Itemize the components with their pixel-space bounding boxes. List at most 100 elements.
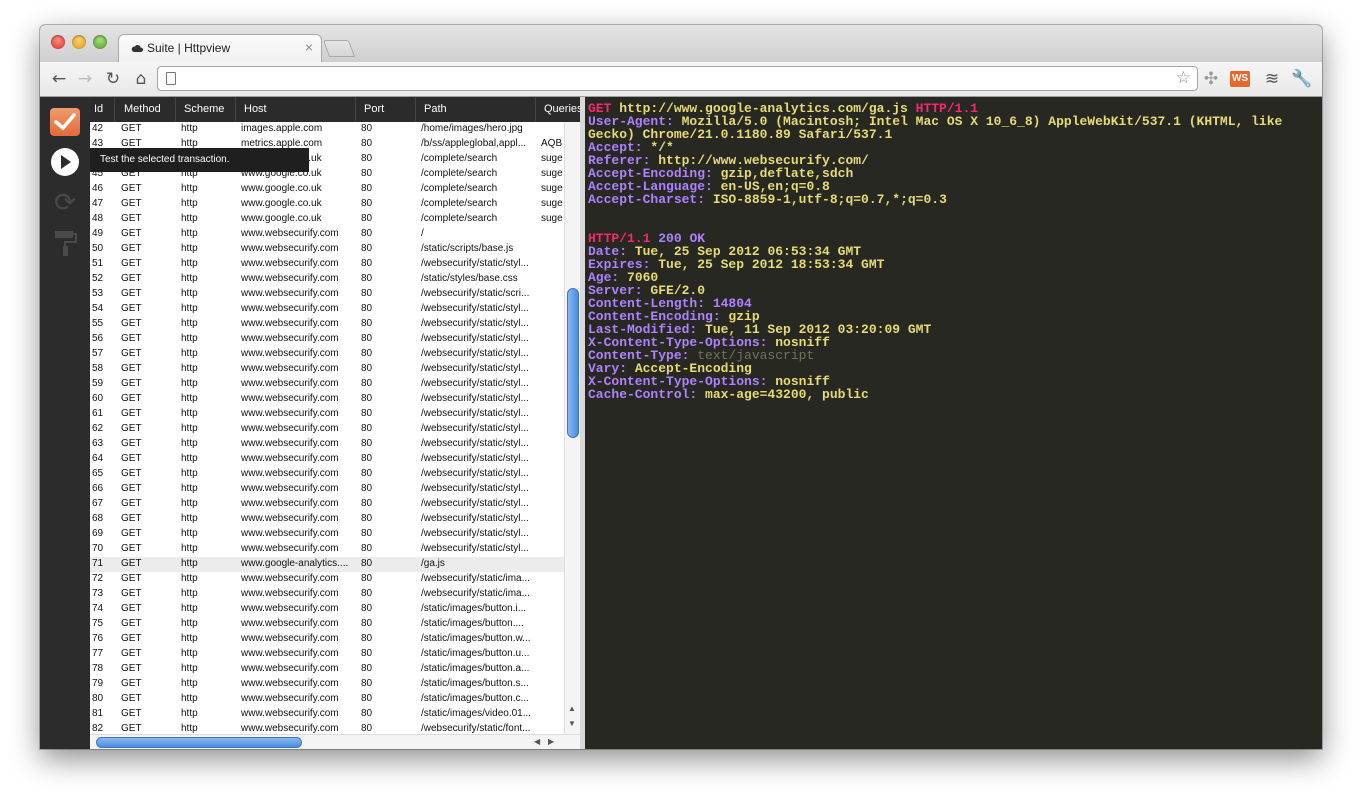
table-row[interactable]: 76 GET http www.websecurify.com 80/static/im…: [90, 632, 564, 647]
cell-id: 61: [92, 408, 104, 419]
table-row[interactable]: 68 GET http www.websecurify.com 80/websecuri…: [90, 512, 564, 527]
address-bar[interactable]: ☆: [157, 66, 1198, 91]
cell-id: 47: [92, 198, 104, 209]
cell-port: 80: [361, 378, 373, 389]
table-row[interactable]: 46 GET http www.google.co.uk 80/complete/sea…: [90, 182, 564, 197]
cell-id: 63: [92, 438, 104, 449]
cell-id: 64: [92, 453, 104, 464]
table-row[interactable]: 50 GET http www.websecurify.com 80/static/sc…: [90, 242, 564, 257]
forward-arrow-icon[interactable]: →: [74, 68, 96, 90]
table-row[interactable]: 51 GET http www.websecurify.com 80/websecuri…: [90, 257, 564, 272]
column-header-method[interactable]: Method: [124, 103, 161, 115]
cell-id: 67: [92, 498, 104, 509]
cell-host: www.websecurify.com: [241, 228, 339, 239]
table-row[interactable]: 59 GET http www.websecurify.com 80/websecuri…: [90, 377, 564, 392]
scroll-left-arrow-icon[interactable]: ◀: [534, 737, 540, 746]
websecurify-extension-icon[interactable]: WS: [1230, 71, 1250, 87]
table-row[interactable]: 73 GET http www.websecurify.com 80/websecuri…: [90, 587, 564, 602]
table-row[interactable]: 67 GET http www.websecurify.com 80/websecuri…: [90, 497, 564, 512]
home-icon[interactable]: ⌂: [130, 68, 152, 90]
table-row[interactable]: 77 GET http www.websecurify.com 80/static/im…: [90, 647, 564, 662]
table-row[interactable]: 58 GET http www.websecurify.com 80/websecuri…: [90, 362, 564, 377]
cell-scheme: http: [181, 288, 198, 299]
table-row[interactable]: 57 GET http www.websecurify.com 80/websecuri…: [90, 347, 564, 362]
table-row[interactable]: 48 GET http www.google.co.uk 80/complete/sea…: [90, 212, 564, 227]
cell-path: /complete/search: [421, 183, 498, 194]
table-row[interactable]: 47 GET http www.google.co.uk 80/complete/sea…: [90, 197, 564, 212]
cell-id: 81: [92, 708, 104, 719]
table-row[interactable]: 71 GET http www.google-analytics.... 80/ga.j…: [90, 557, 564, 572]
header-line: Accept-Charset: ISO-8859-1,utf-8;q=0.7,*…: [588, 193, 1322, 206]
reload-icon[interactable]: ↻: [102, 68, 124, 90]
new-tab-button[interactable]: [322, 40, 356, 57]
horizontal-scrollbar[interactable]: ◀ ▶: [90, 734, 580, 749]
table-row[interactable]: 60 GET http www.websecurify.com 80/websecuri…: [90, 392, 564, 407]
vertical-scroll-thumb[interactable]: [567, 288, 579, 438]
repeat-icon[interactable]: ⟳: [51, 189, 79, 217]
window-zoom-button[interactable]: [93, 35, 107, 49]
column-header-path[interactable]: Path: [424, 103, 447, 115]
wrench-icon[interactable]: 🔧: [1291, 68, 1313, 90]
cell-path: /websecurify/static/styl...: [421, 483, 529, 494]
table-row[interactable]: 70 GET http www.websecurify.com 80/websecuri…: [90, 542, 564, 557]
app-logo-icon[interactable]: [50, 108, 80, 136]
column-header-host[interactable]: Host: [244, 103, 267, 115]
window-minimize-button[interactable]: [72, 35, 86, 49]
table-row[interactable]: 65 GET http www.websecurify.com 80/websecuri…: [90, 467, 564, 482]
table-row[interactable]: 72 GET http www.websecurify.com 80/websecuri…: [90, 572, 564, 587]
horizontal-scroll-thumb[interactable]: [96, 737, 302, 748]
cell-method: GET: [121, 618, 142, 629]
cell-path: /complete/search: [421, 153, 498, 164]
layers-icon[interactable]: ≋: [1261, 68, 1283, 90]
cell-id: 57: [92, 348, 104, 359]
table-row[interactable]: 81 GET http www.websecurify.com 80/static/im…: [90, 707, 564, 722]
window-close-button[interactable]: [51, 35, 65, 49]
cell-path: /websecurify/static/scri...: [421, 288, 530, 299]
cell-path: /websecurify/static/styl...: [421, 498, 529, 509]
transaction-detail: GET http://www.google-analytics.com/ga.j…: [585, 97, 1322, 749]
table-row[interactable]: 80 GET http www.websecurify.com 80/static/im…: [90, 692, 564, 707]
column-header-id[interactable]: Id: [94, 103, 103, 115]
table-row[interactable]: 78 GET http www.websecurify.com 80/static/im…: [90, 662, 564, 677]
column-header-queries[interactable]: Queries: [544, 103, 583, 115]
cloud-icon: [131, 45, 143, 52]
table-row[interactable]: 55 GET http www.websecurify.com 80/websecuri…: [90, 317, 564, 332]
cell-port: 80: [361, 333, 373, 344]
table-row[interactable]: 49 GET http www.websecurify.com 80 /: [90, 227, 564, 242]
table-row[interactable]: 74 GET http www.websecurify.com 80/static/im…: [90, 602, 564, 617]
table-header: Id Method Scheme Host Port Path Queries: [90, 97, 583, 122]
cell-scheme: http: [181, 183, 198, 194]
table-row[interactable]: 75 GET http www.websecurify.com 80/static/im…: [90, 617, 564, 632]
scroll-down-arrow-icon[interactable]: ▼: [568, 719, 576, 728]
table-row[interactable]: 53 GET http www.websecurify.com 80/websecuri…: [90, 287, 564, 302]
table-row[interactable]: 79 GET http www.websecurify.com 80/static/im…: [90, 677, 564, 692]
bookmark-star-icon[interactable]: ☆: [1176, 68, 1191, 88]
tab-httpview[interactable]: Suite | Httpview ×: [118, 34, 322, 62]
cell-scheme: http: [181, 228, 198, 239]
scroll-up-arrow-icon[interactable]: ▲: [568, 704, 576, 713]
back-arrow-icon[interactable]: ←: [48, 68, 70, 90]
table-row[interactable]: 82 GET http www.websecurify.com 80/websecuri…: [90, 722, 564, 734]
scroll-right-arrow-icon[interactable]: ▶: [548, 737, 554, 746]
paint-roller-icon[interactable]: [53, 229, 77, 257]
column-header-scheme[interactable]: Scheme: [184, 103, 224, 115]
table-row[interactable]: 66 GET http www.websecurify.com 80/websecuri…: [90, 482, 564, 497]
table-row[interactable]: 69 GET http www.websecurify.com 80/websecuri…: [90, 527, 564, 542]
extension-icon[interactable]: ✣: [1200, 68, 1222, 90]
table-row[interactable]: 56 GET http www.websecurify.com 80/websecuri…: [90, 332, 564, 347]
cell-method: GET: [121, 543, 142, 554]
table-row[interactable]: 63 GET http www.websecurify.com 80/websecuri…: [90, 437, 564, 452]
table-row[interactable]: 61 GET http www.websecurify.com 80/websecuri…: [90, 407, 564, 422]
vertical-scrollbar[interactable]: ▲ ▼: [564, 122, 580, 734]
table-row[interactable]: 62 GET http www.websecurify.com 80/websecuri…: [90, 422, 564, 437]
cell-path: /complete/search: [421, 198, 498, 209]
table-row[interactable]: 42 GET http images.apple.com 80/home/images/…: [90, 122, 564, 137]
table-row[interactable]: 64 GET http www.websecurify.com 80/websecuri…: [90, 452, 564, 467]
cell-host: www.websecurify.com: [241, 528, 339, 539]
play-icon[interactable]: [51, 148, 79, 176]
column-header-port[interactable]: Port: [364, 103, 384, 115]
table-row[interactable]: 52 GET http www.websecurify.com 80/static/st…: [90, 272, 564, 287]
cell-scheme: http: [181, 348, 198, 359]
table-row[interactable]: 54 GET http www.websecurify.com 80/websecuri…: [90, 302, 564, 317]
tab-close-icon[interactable]: ×: [305, 39, 313, 55]
